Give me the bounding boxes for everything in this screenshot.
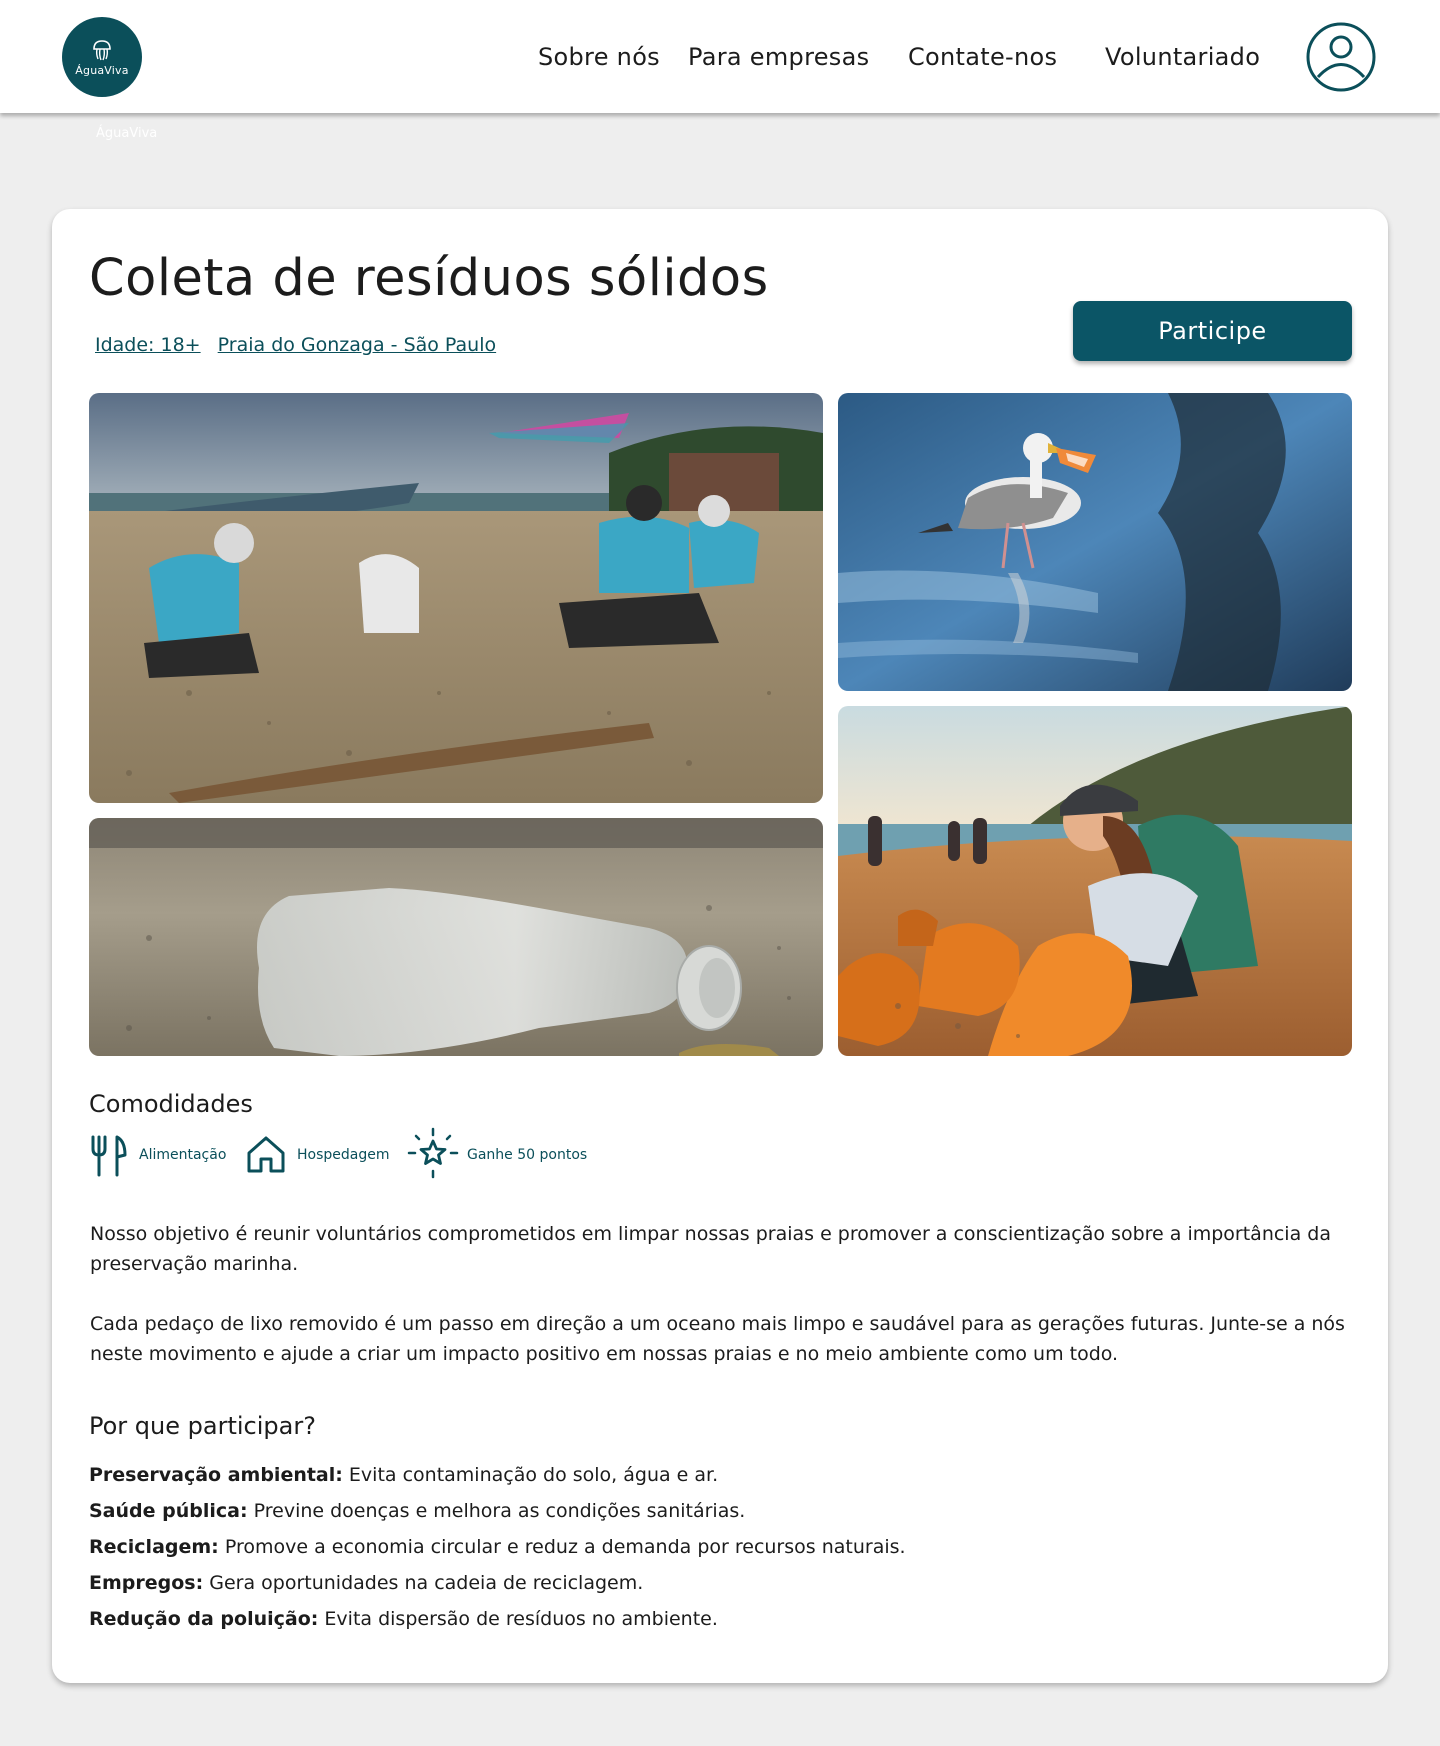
amenity-label-alimentacao: Alimentação <box>139 1147 227 1163</box>
reasons-list: Preservação ambiental: Evita contaminaçã… <box>89 1457 1289 1637</box>
event-title: Coleta de resíduos sólidos <box>89 249 769 308</box>
house-icon <box>247 1136 285 1173</box>
reason-title: Saúde pública: <box>89 1500 248 1522</box>
woman-filling-orange-bags-photo <box>838 706 1352 1056</box>
description-paragraph-2: Cada pedaço de lixo removido é um passo … <box>90 1313 1345 1365</box>
location-link[interactable]: Praia do Gonzaga - São Paulo <box>218 334 496 356</box>
nav-link-contate-nos[interactable]: Contate-nos <box>908 43 1057 71</box>
reason-text: Gera oportunidades na cadeia de reciclag… <box>203 1572 644 1594</box>
logo-ghost-text: ÁguaViva <box>96 126 158 141</box>
amenities-list: Alimentação Hospedagem Ganhe 50 pontos <box>89 1127 689 1179</box>
list-item: Preservação ambiental: Evita contaminaçã… <box>89 1457 1289 1493</box>
reason-text: Evita contaminação do solo, água e ar. <box>342 1464 719 1486</box>
user-circle-icon[interactable] <box>1306 22 1376 92</box>
navbar: ÁguaViva Sobre nós Para empresas Contate… <box>0 0 1440 113</box>
reason-title: Reciclagem: <box>89 1536 219 1558</box>
event-meta: Idade: 18+ Praia do Gonzaga - São Paulo <box>95 334 507 356</box>
amenity-label-hospedagem: Hospedagem <box>297 1147 390 1163</box>
list-item: Reciclagem: Promove a economia circular … <box>89 1529 1289 1565</box>
list-item: Saúde pública: Previne doenças e melhora… <box>89 1493 1289 1529</box>
volunteers-collecting-trash-photo <box>89 393 823 803</box>
list-item: Empregos: Gera oportunidades na cadeia d… <box>89 1565 1289 1601</box>
description-paragraph-1: Nosso objetivo é reunir voluntários comp… <box>90 1223 1331 1275</box>
list-item: Redução da poluição: Evita dispersão de … <box>89 1601 1289 1637</box>
plastic-bottle-on-sand-photo <box>89 818 823 1056</box>
why-heading: Por que participar? <box>89 1412 316 1440</box>
reason-text: Evita dispersão de resíduos no ambiente. <box>318 1608 718 1630</box>
reason-text: Previne doenças e melhora as condições s… <box>247 1500 746 1522</box>
nav-link-para-empresas[interactable]: Para empresas <box>688 43 869 71</box>
age-link[interactable]: Idade: 18+ <box>95 334 201 356</box>
star-sparkle-icon <box>407 1127 459 1179</box>
seagull-with-plastic-photo <box>838 393 1352 691</box>
nav-link-voluntariado[interactable]: Voluntariado <box>1105 43 1260 71</box>
utensils-icon <box>91 1135 127 1177</box>
reason-title: Redução da poluição: <box>89 1608 319 1630</box>
amenities-heading: Comodidades <box>89 1090 253 1118</box>
nav-link-sobre-nos[interactable]: Sobre nós <box>538 43 660 71</box>
amenity-label-pontos: Ganhe 50 pontos <box>467 1147 588 1163</box>
reason-title: Preservação ambiental: <box>89 1464 343 1486</box>
participe-button[interactable]: Participe <box>1073 301 1352 361</box>
reason-title: Empregos: <box>89 1572 204 1594</box>
event-card: Coleta de resíduos sólidos Idade: 18+ Pr… <box>52 209 1388 1683</box>
reason-text: Promove a economia circular e reduz a de… <box>218 1536 906 1558</box>
nav-links: Sobre nós Para empresas Contate-nos Volu… <box>0 43 1440 79</box>
